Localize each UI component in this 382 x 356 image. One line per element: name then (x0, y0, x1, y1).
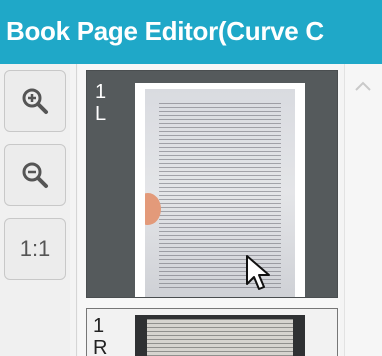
page-thumbnail-list: 1 L 1 R (78, 64, 340, 356)
scroll-up-icon[interactable] (353, 78, 373, 94)
page-thumbnail[interactable]: 1 R (86, 308, 338, 356)
zoom-out-icon (22, 162, 48, 188)
mouse-cursor-icon (246, 255, 270, 290)
zoom-in-button[interactable] (4, 70, 66, 132)
zoom-toolbar: 1:1 (0, 64, 70, 356)
vertical-scrollbar[interactable] (344, 64, 382, 356)
actual-size-label: 1:1 (19, 236, 51, 261)
page-thumbnail-image (135, 315, 305, 356)
zoom-out-button[interactable] (4, 144, 66, 206)
title-bar: Book Page Editor(Curve C (0, 0, 382, 64)
thumbnail-label: 1 L (95, 81, 107, 125)
thumbnail-label: 1 R (93, 315, 108, 356)
actual-size-button[interactable]: 1:1 (4, 218, 66, 280)
panel-divider (76, 64, 77, 356)
page-thumbnail-image (135, 83, 305, 297)
zoom-in-icon (22, 88, 48, 114)
page-thumbnail[interactable]: 1 L (86, 70, 338, 298)
window-title: Book Page Editor(Curve C (6, 16, 324, 46)
